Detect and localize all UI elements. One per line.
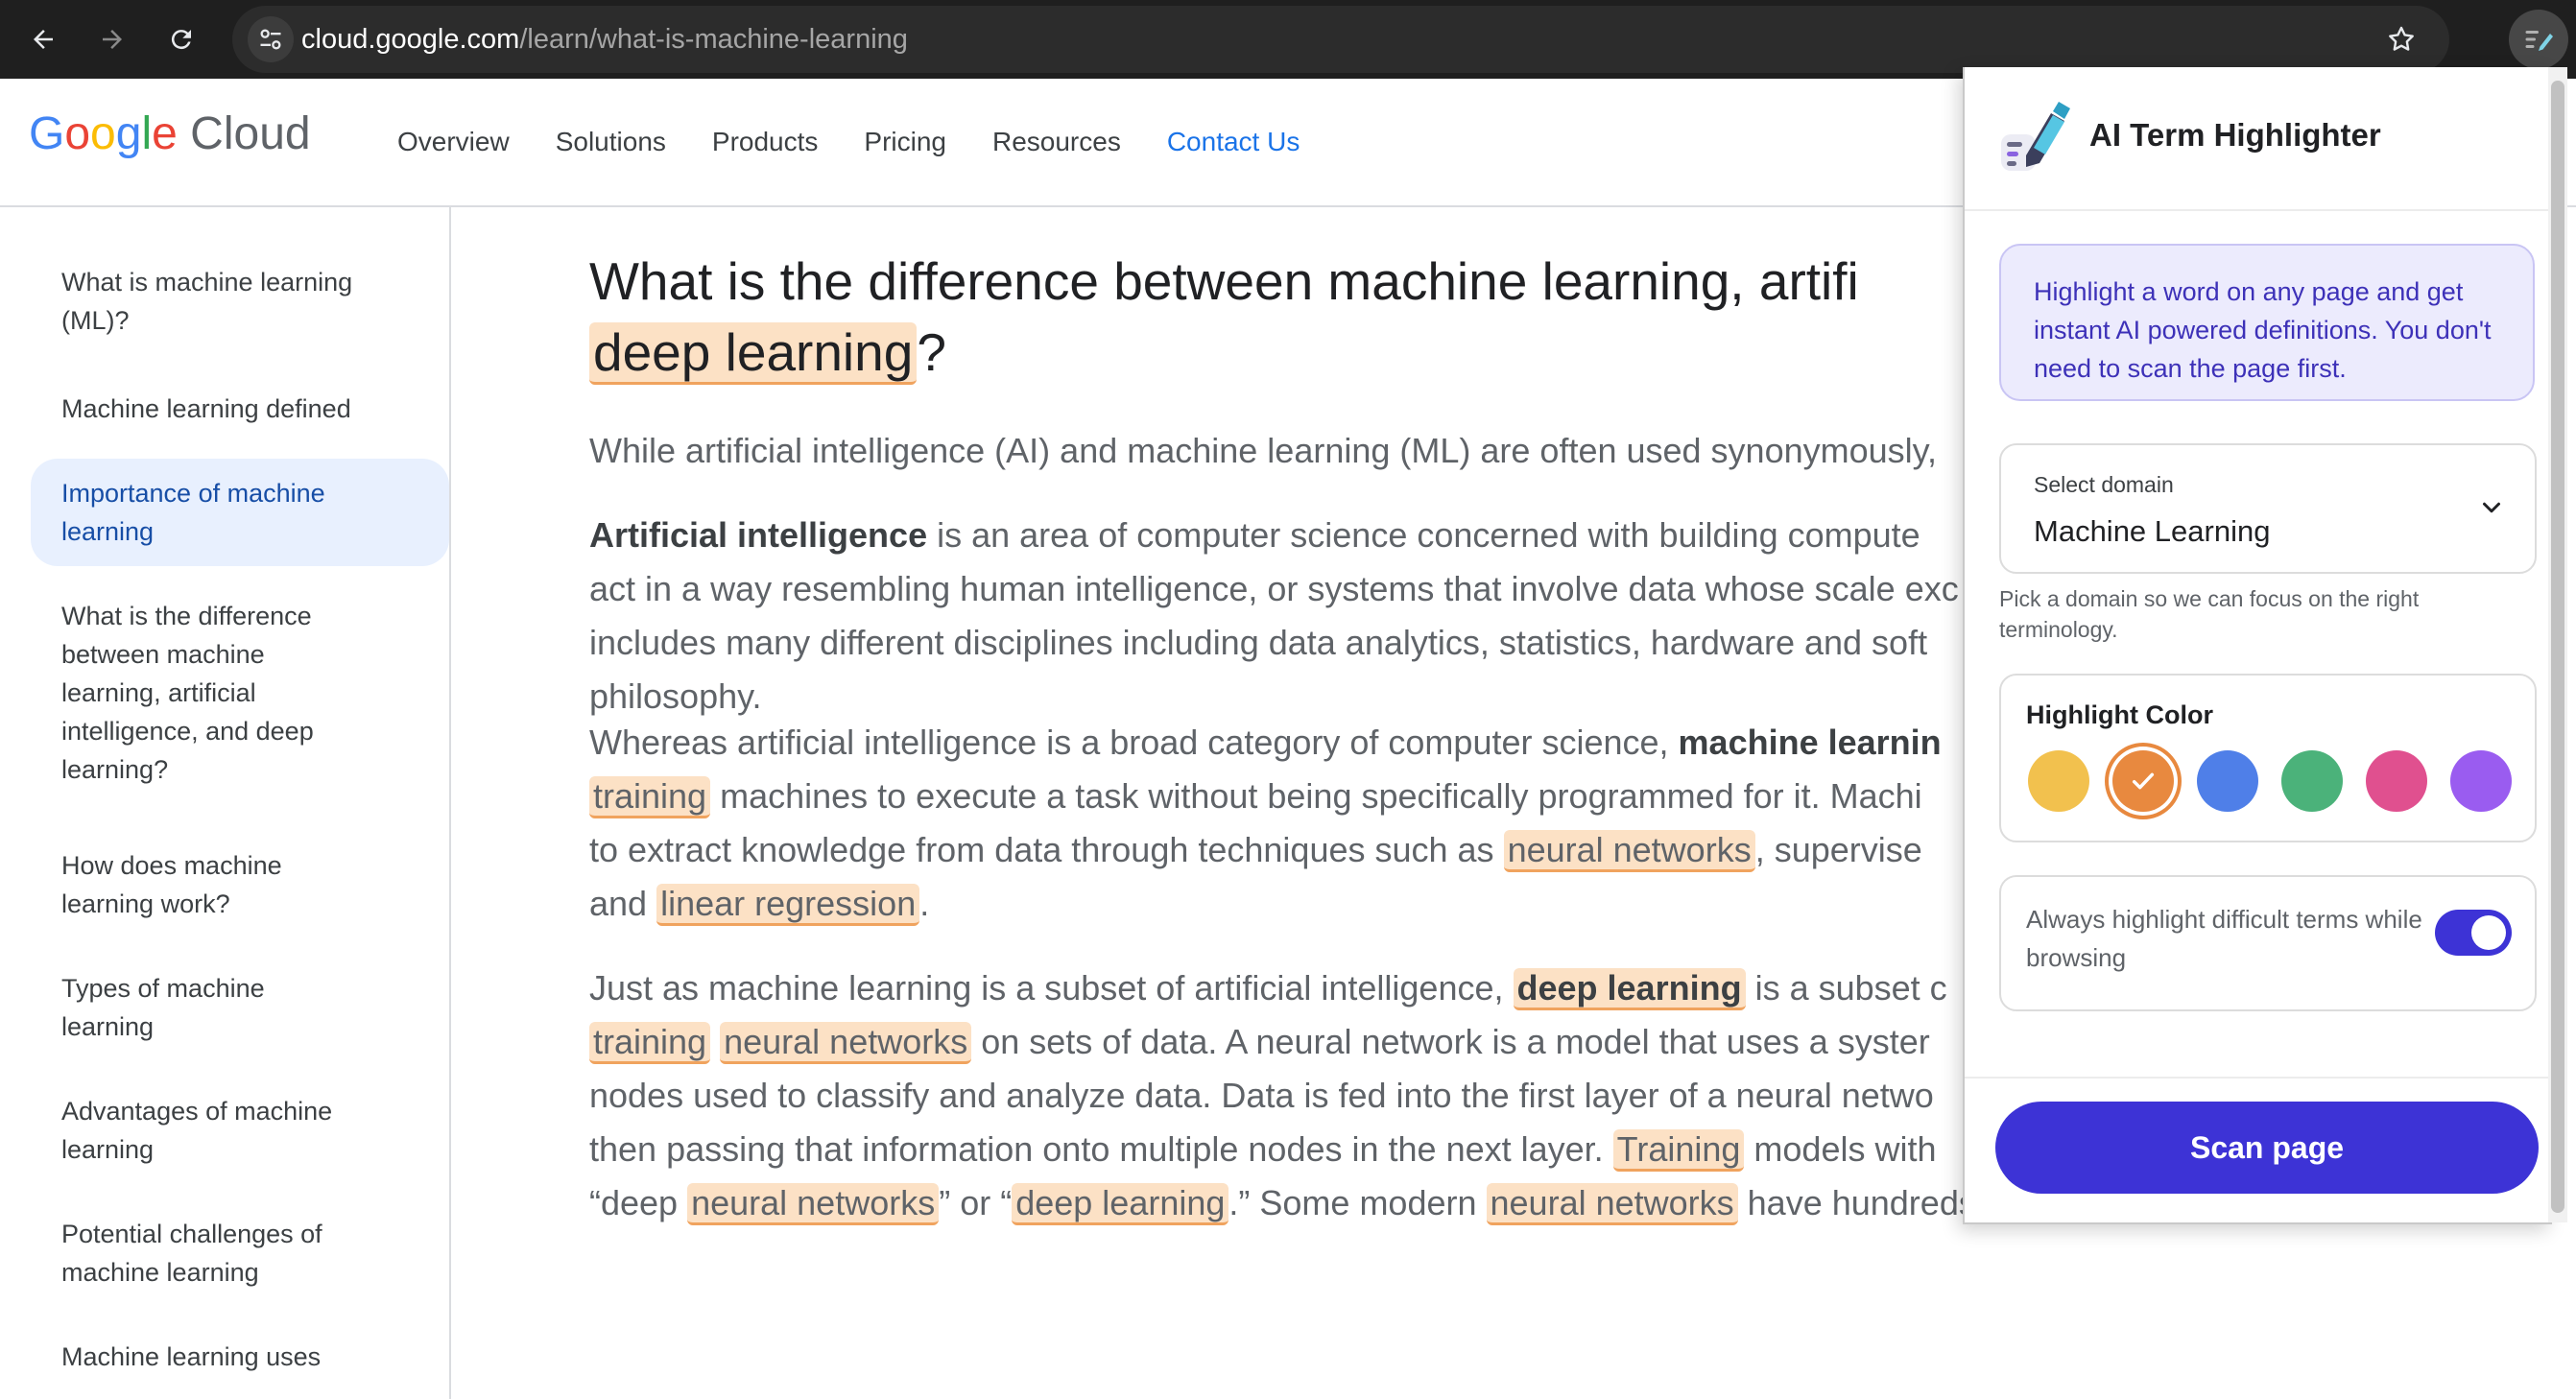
scrollbar-thumb[interactable] xyxy=(2551,81,2564,1213)
highlighted-term[interactable]: neural networks xyxy=(720,1022,972,1064)
highlighted-term[interactable]: deep learning xyxy=(589,322,918,385)
domain-select-value: Machine Learning xyxy=(2034,514,2271,548)
nav-contact-us[interactable]: Contact Us xyxy=(1167,127,1300,157)
toc-item-importance[interactable]: Importance of machine learning xyxy=(31,459,449,566)
toc-item-types[interactable]: Types of machine learning xyxy=(31,969,449,1046)
popup-header: AI Term Highlighter xyxy=(1965,67,2550,211)
color-swatch-blue[interactable] xyxy=(2197,750,2258,812)
highlighted-term[interactable]: neural networks xyxy=(687,1183,940,1225)
popup-scrollbar[interactable] xyxy=(2548,67,2567,1222)
toc-sidebar: What is machine learning (ML)? Machine l… xyxy=(0,207,451,1399)
domain-select-label: Select domain xyxy=(2034,472,2174,497)
toc-item-difference[interactable]: What is the difference between machine l… xyxy=(31,597,449,789)
color-swatch-pink[interactable] xyxy=(2366,750,2427,812)
extension-popup: AI Term Highlighter Highlight a word on … xyxy=(1963,67,2552,1224)
highlighted-term[interactable]: Training xyxy=(1612,1129,1745,1172)
highlighted-term[interactable]: training xyxy=(589,776,711,818)
footer-divider xyxy=(1965,1077,2550,1079)
auto-highlight-setting: Always highlight difficult terms while b… xyxy=(1999,875,2537,1011)
nav-solutions[interactable]: Solutions xyxy=(556,127,666,157)
check-icon xyxy=(2132,772,2155,790)
info-text: Highlight a word on any page and get ins… xyxy=(2034,277,2492,383)
highlighted-term[interactable]: deep learning xyxy=(1513,968,1746,1010)
color-swatch-yellow[interactable] xyxy=(2028,750,2089,812)
highlighted-term[interactable]: neural networks xyxy=(1486,1183,1738,1225)
auto-highlight-toggle[interactable] xyxy=(2435,910,2512,956)
extension-button[interactable] xyxy=(2509,10,2568,69)
color-swatch-purple[interactable] xyxy=(2450,750,2512,812)
cloud-wordmark: Cloud xyxy=(190,108,311,159)
toc-item-what-is-ml[interactable]: What is machine learning (ML)? xyxy=(31,263,449,340)
reload-button[interactable] xyxy=(155,13,207,65)
toc-item-ml-defined[interactable]: Machine learning defined xyxy=(31,390,449,428)
highlighted-term[interactable]: deep learning xyxy=(1012,1183,1229,1225)
highlighted-term[interactable]: neural networks xyxy=(1503,830,1755,872)
color-swatch-green[interactable] xyxy=(2281,750,2343,812)
popup-title: AI Term Highlighter xyxy=(2089,117,2381,153)
tune-icon xyxy=(260,29,281,50)
toc-item-challenges[interactable]: Potential challenges of machine learning xyxy=(31,1215,449,1292)
site-info-button[interactable] xyxy=(248,16,294,62)
back-arrow-icon xyxy=(34,30,53,49)
nav-pricing[interactable]: Pricing xyxy=(864,127,946,157)
url-text: cloud.google.com/learn/what-is-machine-l… xyxy=(301,24,908,55)
highlighter-logo-icon xyxy=(2001,102,2070,171)
highlight-color-picker: Highlight Color xyxy=(1999,674,2537,842)
nav-products[interactable]: Products xyxy=(712,127,819,157)
highlighter-icon xyxy=(2525,31,2553,51)
top-navigation: Overview Solutions Products Pricing Reso… xyxy=(397,79,1300,205)
nav-resources[interactable]: Resources xyxy=(992,127,1121,157)
section-heading: What is the difference between machine l… xyxy=(589,246,1859,388)
nav-overview[interactable]: Overview xyxy=(397,127,510,157)
back-button[interactable] xyxy=(17,13,69,65)
info-banner: Highlight a word on any page and get ins… xyxy=(1999,244,2535,401)
reload-icon xyxy=(171,30,191,50)
scan-page-button[interactable]: Scan page xyxy=(1995,1102,2539,1194)
color-swatch-orange[interactable] xyxy=(2112,750,2174,812)
highlighted-term[interactable]: linear regression xyxy=(656,884,920,926)
address-bar[interactable]: cloud.google.com/learn/what-is-machine-l… xyxy=(232,6,2449,73)
highlight-color-title: Highlight Color xyxy=(2026,700,2213,729)
auto-highlight-label: Always highlight difficult terms while b… xyxy=(2026,905,2422,972)
forward-arrow-icon xyxy=(103,30,122,49)
domain-hint: Pick a domain so we can focus on the rig… xyxy=(1999,586,2420,642)
toggle-knob xyxy=(2471,915,2506,950)
toc-item-advantages[interactable]: Advantages of machine learning xyxy=(31,1092,449,1169)
forward-button[interactable] xyxy=(86,13,138,65)
star-icon xyxy=(2389,26,2414,51)
bookmark-button[interactable] xyxy=(2378,16,2424,62)
toc-item-how-it-works[interactable]: How does machine learning work? xyxy=(31,846,449,923)
chevron-down-icon xyxy=(2483,502,2500,513)
toc-item-uses[interactable]: Machine learning uses xyxy=(31,1338,449,1376)
domain-select[interactable]: Select domain Machine Learning xyxy=(1999,443,2537,574)
highlighted-term[interactable]: training xyxy=(589,1022,711,1064)
google-wordmark: Google xyxy=(29,108,178,159)
google-cloud-logo[interactable]: Google Cloud xyxy=(29,107,311,160)
